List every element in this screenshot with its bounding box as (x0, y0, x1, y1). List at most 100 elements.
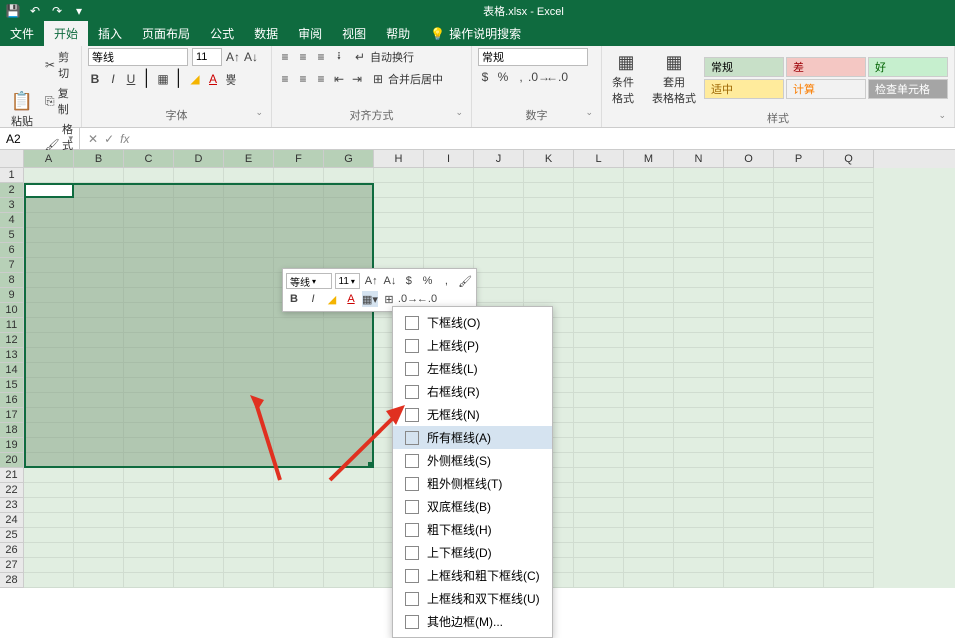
mini-format-painter-icon[interactable]: 🖌 (457, 273, 473, 289)
currency-icon[interactable]: $ (478, 70, 492, 84)
increase-font-icon[interactable]: A↑ (226, 50, 240, 64)
cell[interactable] (324, 393, 374, 408)
cell[interactable] (624, 243, 674, 258)
cell[interactable] (424, 198, 474, 213)
cell[interactable] (24, 333, 74, 348)
row-header[interactable]: 24 (0, 513, 24, 528)
mini-font-color-button[interactable]: A (343, 291, 359, 307)
cell[interactable] (24, 288, 74, 303)
cell[interactable] (674, 513, 724, 528)
cell[interactable] (824, 453, 874, 468)
cell[interactable] (574, 468, 624, 483)
row-header[interactable]: 20 (0, 453, 24, 468)
mini-decrease-font-icon[interactable]: A↓ (382, 273, 398, 289)
cell[interactable] (374, 228, 424, 243)
conditional-format-button[interactable]: ▦ 条件格式 (608, 48, 644, 108)
cell[interactable] (24, 543, 74, 558)
cell[interactable] (574, 318, 624, 333)
name-box[interactable]: A2 ▾ (0, 128, 80, 149)
col-header[interactable]: J (474, 150, 524, 168)
cell[interactable] (574, 393, 624, 408)
cell[interactable] (774, 183, 824, 198)
row-header[interactable]: 26 (0, 543, 24, 558)
select-all-corner[interactable] (0, 150, 24, 168)
row-header[interactable]: 4 (0, 213, 24, 228)
cell[interactable] (174, 213, 224, 228)
row-header[interactable]: 12 (0, 333, 24, 348)
style-cell[interactable]: 计算 (786, 79, 866, 99)
cell[interactable] (624, 423, 674, 438)
cell[interactable] (824, 183, 874, 198)
cell[interactable] (374, 243, 424, 258)
indent-increase-icon[interactable]: ⇥ (350, 72, 364, 86)
cell[interactable] (474, 213, 524, 228)
cell[interactable] (674, 378, 724, 393)
cell[interactable] (174, 393, 224, 408)
cell[interactable] (674, 258, 724, 273)
cell[interactable] (224, 393, 274, 408)
fx-icon[interactable]: fx (120, 132, 129, 146)
col-header[interactable]: O (724, 150, 774, 168)
cell[interactable] (724, 288, 774, 303)
cell[interactable] (24, 243, 74, 258)
cell[interactable] (74, 393, 124, 408)
cell[interactable] (224, 423, 274, 438)
row-header[interactable]: 14 (0, 363, 24, 378)
border-menu-item[interactable]: 上框线和双下框线(U) (393, 587, 552, 610)
save-icon[interactable]: 💾 (6, 4, 20, 18)
col-header[interactable]: E (224, 150, 274, 168)
cell[interactable] (724, 468, 774, 483)
style-cell[interactable]: 适中 (704, 79, 784, 99)
cell[interactable] (424, 183, 474, 198)
phonetic-button[interactable]: 뿆 (224, 72, 238, 86)
cell[interactable] (324, 198, 374, 213)
cell[interactable] (574, 513, 624, 528)
cell[interactable] (824, 318, 874, 333)
cell[interactable] (324, 513, 374, 528)
cell[interactable] (274, 528, 324, 543)
tab-file[interactable]: 文件 (0, 21, 44, 46)
cell[interactable] (124, 168, 174, 183)
enter-icon[interactable]: ✓ (104, 132, 114, 146)
cell[interactable] (324, 378, 374, 393)
cell[interactable] (24, 483, 74, 498)
cell[interactable] (574, 183, 624, 198)
row-header[interactable]: 11 (0, 318, 24, 333)
border-menu-item[interactable]: 粗下框线(H) (393, 518, 552, 541)
cell[interactable] (574, 528, 624, 543)
cell[interactable] (174, 438, 224, 453)
cell[interactable] (74, 348, 124, 363)
cell[interactable] (124, 483, 174, 498)
cell[interactable] (74, 168, 124, 183)
cell[interactable] (124, 288, 174, 303)
cell[interactable] (224, 483, 274, 498)
cell[interactable] (624, 228, 674, 243)
border-menu-item[interactable]: 其他边框(M)... (393, 610, 552, 633)
cell[interactable] (674, 453, 724, 468)
row-header[interactable]: 15 (0, 378, 24, 393)
number-format-select[interactable] (478, 48, 588, 66)
cell[interactable] (124, 528, 174, 543)
cell[interactable] (824, 198, 874, 213)
cell[interactable] (724, 378, 774, 393)
tab-formulas[interactable]: 公式 (200, 21, 244, 46)
cell[interactable] (124, 468, 174, 483)
cell[interactable] (774, 513, 824, 528)
cell[interactable] (624, 558, 674, 573)
cell[interactable] (774, 468, 824, 483)
cell[interactable] (724, 303, 774, 318)
merge-center-button[interactable]: ⊞合并后居中 (368, 70, 446, 88)
qat-dropdown-icon[interactable]: ▾ (72, 4, 86, 18)
cell[interactable] (674, 543, 724, 558)
cell[interactable] (74, 453, 124, 468)
cell[interactable] (824, 273, 874, 288)
row-header[interactable]: 6 (0, 243, 24, 258)
cell[interactable] (524, 273, 574, 288)
tab-data[interactable]: 数据 (244, 21, 288, 46)
cell[interactable] (624, 543, 674, 558)
namebox-dropdown-icon[interactable]: ▾ (68, 133, 73, 144)
cell[interactable] (624, 273, 674, 288)
cell[interactable] (174, 483, 224, 498)
cell[interactable] (224, 498, 274, 513)
cell[interactable] (474, 273, 524, 288)
